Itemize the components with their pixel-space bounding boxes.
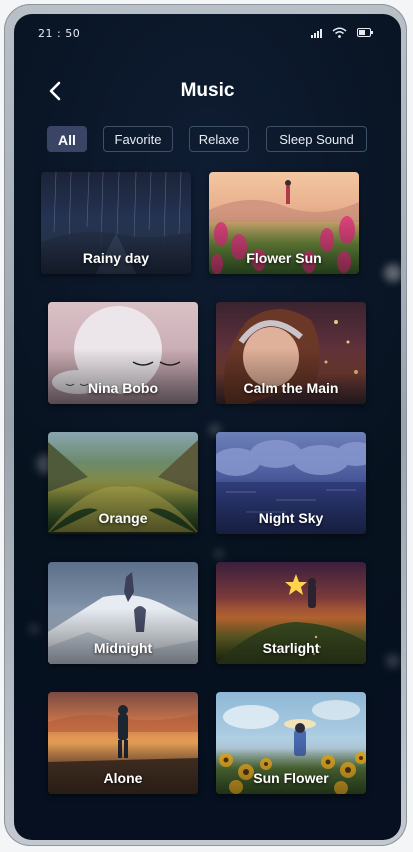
track-card-sun-flower[interactable]: Sun Flower bbox=[216, 692, 366, 794]
track-card-nina-bobo[interactable]: Nina Bobo bbox=[48, 302, 198, 404]
bokeh-light bbox=[214, 549, 224, 559]
filter-chip-sleep-sound[interactable]: Sleep Sound bbox=[266, 126, 367, 152]
status-icons bbox=[311, 27, 373, 38]
bokeh-light bbox=[384, 264, 401, 282]
track-card-flower-sun[interactable]: Flower Sun bbox=[209, 172, 359, 274]
track-title: Flower Sun bbox=[246, 250, 322, 266]
status-bar: 21 : 50 bbox=[14, 26, 401, 44]
filter-chips: All Favorite Relaxe Sleep Sound bbox=[14, 126, 401, 154]
filter-chip-all[interactable]: All bbox=[47, 126, 87, 152]
bokeh-light bbox=[29, 624, 39, 634]
wifi-icon bbox=[332, 27, 347, 38]
track-card-midnight[interactable]: Midnight bbox=[48, 562, 198, 664]
track-card-rainy-day[interactable]: Rainy day bbox=[41, 172, 191, 274]
header: Music bbox=[14, 76, 401, 106]
battery-icon bbox=[357, 28, 373, 37]
filter-chip-relaxe[interactable]: Relaxe bbox=[189, 126, 249, 152]
phone-frame: 21 : 50 Music All Favorite Relaxe Sleep … bbox=[4, 4, 407, 846]
filter-chip-favorite[interactable]: Favorite bbox=[103, 126, 173, 152]
track-title: Sun Flower bbox=[253, 770, 329, 786]
bokeh-light bbox=[386, 654, 400, 668]
page-title: Music bbox=[180, 80, 235, 101]
track-card-starlight[interactable]: Starlight bbox=[216, 562, 366, 664]
track-title: Alone bbox=[103, 770, 143, 786]
track-card-orange[interactable]: Orange bbox=[48, 432, 198, 534]
track-title: Midnight bbox=[93, 640, 153, 656]
track-title: Nina Bobo bbox=[88, 380, 158, 396]
signal-icon bbox=[311, 28, 322, 38]
track-card-alone[interactable]: Alone bbox=[48, 692, 198, 794]
track-title: Night Sky bbox=[258, 510, 324, 526]
track-title: Rainy day bbox=[82, 250, 150, 266]
track-title: Starlight bbox=[262, 640, 320, 656]
track-title: Orange bbox=[98, 510, 148, 526]
track-card-night-sky[interactable]: Night Sky bbox=[216, 432, 366, 534]
status-time: 21 : 50 bbox=[38, 27, 81, 40]
track-card-calm-the-main[interactable]: Calm the Main bbox=[216, 302, 366, 404]
app-screen: 21 : 50 Music All Favorite Relaxe Sleep … bbox=[14, 14, 401, 840]
track-title: Calm the Main bbox=[243, 380, 339, 396]
